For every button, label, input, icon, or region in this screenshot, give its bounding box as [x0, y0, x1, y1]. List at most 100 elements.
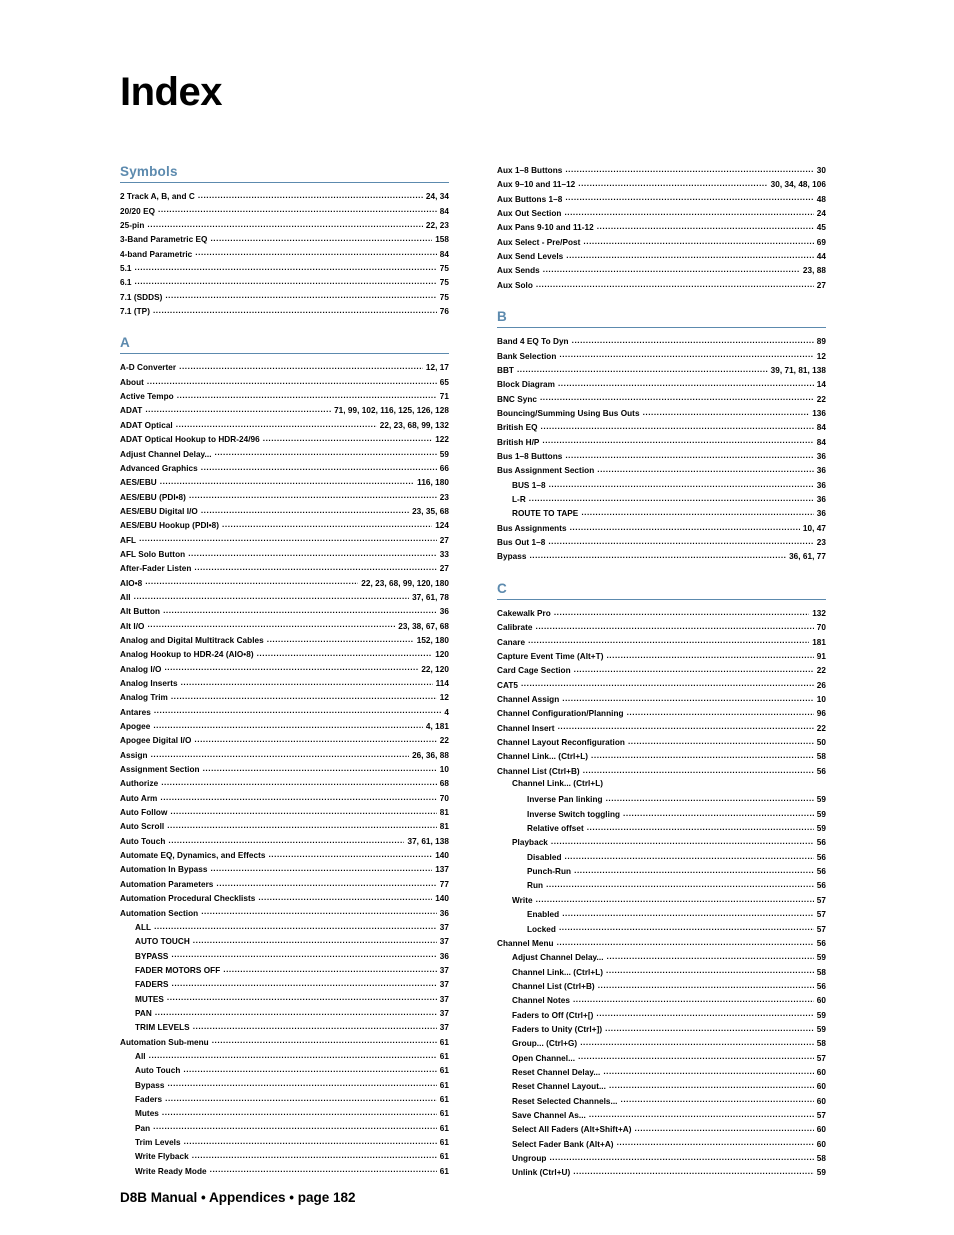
index-entry[interactable]: Channel Link... (Ctrl+L) 58 [497, 967, 826, 981]
index-entry[interactable]: Aux Pans 9-10 and 11-12 45 [497, 222, 826, 236]
index-entry[interactable]: 20/20 EQ 84 [120, 206, 449, 220]
index-entry[interactable]: Pan 61 [120, 1123, 449, 1137]
index-entry[interactable]: Automation Procedural Checklists 140 [120, 893, 449, 907]
index-entry[interactable]: CAT5 26 [497, 680, 826, 694]
index-entry[interactable]: Assign 26, 36, 88 [120, 750, 449, 764]
index-entry[interactable]: Bus Assignment Section 36 [497, 465, 826, 479]
index-entry[interactable]: BNC Sync 22 [497, 394, 826, 408]
index-entry[interactable]: Write 57 [497, 895, 826, 909]
index-entry[interactable]: British H/P 84 [497, 437, 826, 451]
index-entry[interactable]: Bypass 61 [120, 1080, 449, 1094]
index-entry[interactable]: Reset Channel Layout... 60 [497, 1081, 826, 1095]
index-entry[interactable]: Aux Solo 27 [497, 280, 826, 294]
index-entry[interactable]: ADAT Optical 22, 23, 68, 99, 132 [120, 420, 449, 434]
index-entry[interactable]: Channel Configuration/Planning 96 [497, 708, 826, 722]
index-entry[interactable]: Automation Sub-menu 61 [120, 1037, 449, 1051]
index-entry[interactable]: All 37, 61, 78 [120, 592, 449, 606]
index-entry[interactable]: 6.1 75 [120, 277, 449, 291]
index-entry[interactable]: Alt Button 36 [120, 606, 449, 620]
index-entry[interactable]: Open Channel... 57 [497, 1053, 826, 1067]
index-entry[interactable]: Write Ready Mode 61 [120, 1166, 449, 1180]
index-entry[interactable]: Bank Selection 12 [497, 351, 826, 365]
index-entry[interactable]: Aux 1–8 Buttons 30 [497, 165, 826, 179]
index-entry[interactable]: BBT 39, 71, 81, 138 [497, 365, 826, 379]
index-entry[interactable]: Auto Touch 61 [120, 1065, 449, 1079]
index-entry[interactable]: Channel Layout Reconfiguration 50 [497, 737, 826, 751]
index-entry[interactable]: All 61 [120, 1051, 449, 1065]
index-entry[interactable]: Group... (Ctrl+G) 58 [497, 1038, 826, 1052]
index-entry[interactable]: AES/EBU Digital I/O 23, 35, 68 [120, 506, 449, 520]
index-entry[interactable]: ADAT Optical Hookup to HDR-24/96 122 [120, 434, 449, 448]
index-entry[interactable]: Analog Hookup to HDR-24 (AIO•8) 120 [120, 649, 449, 663]
index-entry[interactable]: Aux 9–10 and 11–12 30, 34, 48, 106 [497, 179, 826, 193]
index-entry[interactable]: Capture Event Time (Alt+T) 91 [497, 651, 826, 665]
index-entry[interactable]: Advanced Graphics 66 [120, 463, 449, 477]
index-entry[interactable]: Authorize 68 [120, 778, 449, 792]
index-entry[interactable]: AES/EBU 116, 180 [120, 477, 449, 491]
index-entry[interactable]: Channel Link... (Ctrl+L) 58 [497, 751, 826, 765]
index-entry[interactable]: AUTO TOUCH 37 [120, 936, 449, 950]
index-entry[interactable]: Enabled 57 [497, 909, 826, 923]
index-entry[interactable]: Antares 4 [120, 707, 449, 721]
index-entry[interactable]: Auto Touch 37, 61, 138 [120, 836, 449, 850]
index-entry[interactable]: Channel Insert 22 [497, 723, 826, 737]
index-entry[interactable]: Bouncing/Summing Using Bus Outs 136 [497, 408, 826, 422]
index-entry[interactable]: Aux Send Levels 44 [497, 251, 826, 265]
index-entry[interactable]: Inverse Switch toggling 59 [497, 809, 826, 823]
index-entry[interactable]: Bypass 36, 61, 77 [497, 551, 826, 565]
index-entry[interactable]: A-D Converter 12, 17 [120, 362, 449, 376]
index-entry[interactable]: Auto Arm 70 [120, 793, 449, 807]
index-entry[interactable]: 5.1 75 [120, 263, 449, 277]
index-entry[interactable]: BUS 1–8 36 [497, 480, 826, 494]
index-entry[interactable]: Alt I/O 23, 38, 67, 68 [120, 621, 449, 635]
index-entry[interactable]: ROUTE TO TAPE 36 [497, 508, 826, 522]
index-entry[interactable]: AES/EBU Hookup (PDI•8) 124 [120, 520, 449, 534]
index-entry[interactable]: Locked 57 [497, 924, 826, 938]
index-entry[interactable]: Select Fader Bank (Alt+A) 60 [497, 1139, 826, 1153]
index-entry[interactable]: 7.1 (SDDS) 75 [120, 292, 449, 306]
index-entry[interactable]: Select All Faders (Alt+Shift+A) 60 [497, 1124, 826, 1138]
index-entry[interactable]: Analog and Digital Multitrack Cables 152,… [120, 635, 449, 649]
index-entry[interactable]: About 65 [120, 377, 449, 391]
index-entry[interactable]: Cakewalk Pro 132 [497, 608, 826, 622]
index-entry[interactable]: AFL 27 [120, 535, 449, 549]
index-entry[interactable]: Automation Parameters 77 [120, 879, 449, 893]
index-entry[interactable]: Run 56 [497, 880, 826, 894]
index-entry[interactable]: Channel Menu 56 [497, 938, 826, 952]
index-entry[interactable]: British EQ 84 [497, 422, 826, 436]
index-entry[interactable]: Channel Notes 60 [497, 995, 826, 1009]
index-entry[interactable]: Assignment Section 10 [120, 764, 449, 778]
index-entry[interactable]: Canare 181 [497, 637, 826, 651]
index-entry[interactable]: BYPASS 36 [120, 951, 449, 965]
index-entry[interactable]: Bus 1–8 Buttons 36 [497, 451, 826, 465]
index-entry[interactable]: Channel Assign 10 [497, 694, 826, 708]
index-entry[interactable]: Aux Out Section 24 [497, 208, 826, 222]
index-entry[interactable]: Trim Levels 61 [120, 1137, 449, 1151]
index-entry[interactable]: Faders to Off (Ctrl+[) 59 [497, 1010, 826, 1024]
index-entry[interactable]: Block Diagram 14 [497, 379, 826, 393]
index-entry[interactable]: MUTES 37 [120, 994, 449, 1008]
index-entry[interactable]: L-R 36 [497, 494, 826, 508]
index-entry[interactable]: Save Channel As... 57 [497, 1110, 826, 1124]
index-entry[interactable]: Reset Channel Delay... 60 [497, 1067, 826, 1081]
index-entry[interactable]: Automation In Bypass 137 [120, 864, 449, 878]
index-entry[interactable]: AES/EBU (PDI•8) 23 [120, 492, 449, 506]
index-entry[interactable]: Aux Select - Pre/Post 69 [497, 237, 826, 251]
index-entry[interactable]: Apogee Digital I/O 22 [120, 735, 449, 749]
index-entry[interactable]: 4-band Parametric 84 [120, 249, 449, 263]
index-entry[interactable]: Aux Sends 23, 88 [497, 265, 826, 279]
index-entry[interactable]: 25-pin 22, 23 [120, 220, 449, 234]
index-entry[interactable]: Adjust Channel Delay... 59 [497, 952, 826, 966]
index-entry[interactable]: Adjust Channel Delay... 59 [120, 449, 449, 463]
index-entry[interactable]: Punch-Run 56 [497, 866, 826, 880]
index-entry[interactable]: Aux Buttons 1–8 48 [497, 194, 826, 208]
index-entry[interactable]: Playback 56 [497, 837, 826, 851]
index-entry[interactable]: Automate EQ, Dynamics, and Effects 140 [120, 850, 449, 864]
index-entry[interactable]: Band 4 EQ To Dyn 89 [497, 336, 826, 350]
index-entry[interactable]: AIO•8 22, 23, 68, 99, 120, 180 [120, 578, 449, 592]
index-entry[interactable]: Card Cage Section 22 [497, 665, 826, 679]
index-entry[interactable]: Channel List (Ctrl+B) 56 [497, 981, 826, 995]
index-entry[interactable]: AFL Solo Button 33 [120, 549, 449, 563]
index-entry[interactable]: Auto Scroll 81 [120, 821, 449, 835]
index-entry[interactable]: Bus Assignments 10, 47 [497, 523, 826, 537]
